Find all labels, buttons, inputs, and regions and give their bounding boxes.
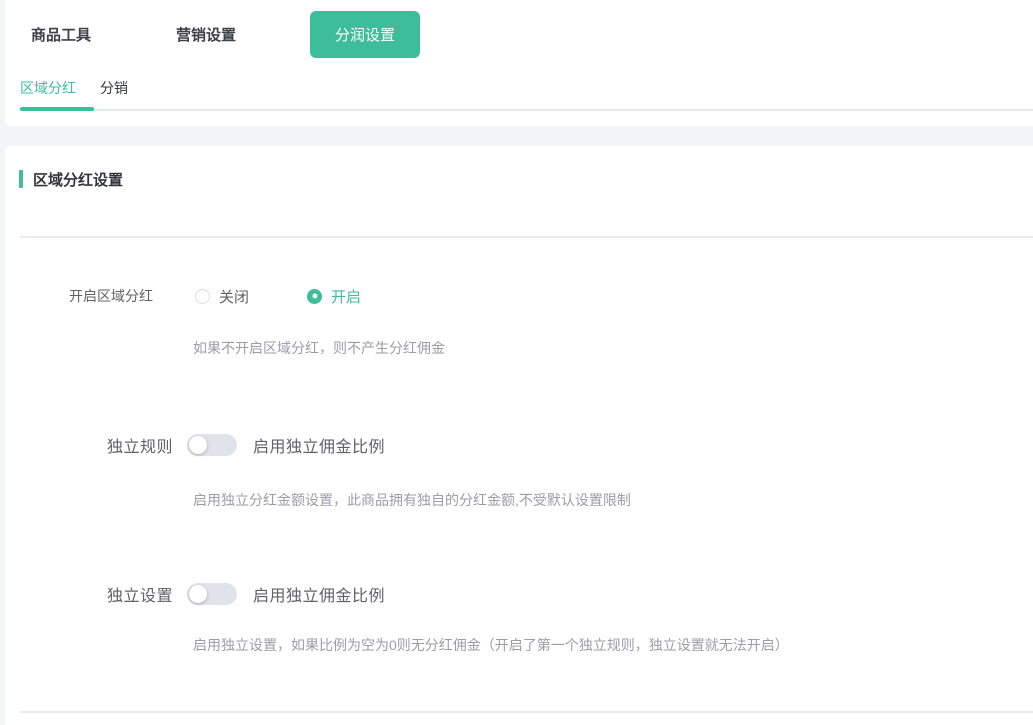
helper-independent-rule: 启用独立分红金额设置，此商品拥有独自的分红金额,不受默认设置限制 [193,492,1013,508]
radio-on-icon[interactable] [307,289,322,304]
field-label-independent-setting: 独立设置 [81,582,173,606]
divider-bottom [20,711,1033,713]
panel-title: 区域分红设置 [33,169,123,190]
subtab-track-line [20,109,1033,111]
top-tab-bar: 商品工具 营销设置 分润设置 区域分红 分销 [5,0,1033,126]
radio-on-label: 开启 [331,286,361,307]
panel-heading: 区域分红设置 [19,168,123,190]
radio-option-off[interactable]: 关闭 [195,286,249,307]
region-dividend-settings-panel: 区域分红设置 开启区域分红 关闭 开启 如果不开启区域分红，则不产生分红佣金 独… [5,146,1033,725]
primary-tabs: 商品工具 营销设置 分润设置 [5,0,1033,68]
tab-profit-settings[interactable]: 分润设置 [310,11,420,58]
radio-option-on[interactable]: 开启 [307,286,361,307]
independent-rule-toggle[interactable] [187,434,237,456]
subtab-region-dividend[interactable]: 区域分红 [20,78,76,98]
secondary-tabs: 区域分红 分销 [5,76,128,100]
radio-off-icon[interactable] [195,289,210,304]
divider-top [20,236,1033,238]
independent-rule-toggle-label: 启用独立佣金比例 [253,433,385,457]
radio-off-label: 关闭 [219,286,249,307]
form-row-independent-setting: 独立设置 启用独立佣金比例 [5,583,1033,605]
subtab-active-underline [20,107,94,111]
form-row-enable-region-dividend: 开启区域分红 关闭 开启 [5,281,1033,311]
form-row-independent-rule: 独立规则 启用独立佣金比例 [5,434,1033,456]
field-label-enable-region-dividend: 开启区域分红 [65,286,153,306]
tab-product-tools[interactable]: 商品工具 [31,24,91,45]
subtab-distribution[interactable]: 分销 [100,78,128,98]
heading-accent-bar [19,170,23,188]
helper-independent-setting: 启用独立设置，如果比例为空为0则无分红佣金（开启了第一个独立规则，独立设置就无法… [193,637,1013,653]
helper-enable-region-dividend: 如果不开启区域分红，则不产生分红佣金 [193,340,1013,356]
tab-marketing-settings[interactable]: 营销设置 [176,24,236,45]
independent-setting-toggle-label: 启用独立佣金比例 [253,582,385,606]
independent-setting-toggle[interactable] [187,583,237,605]
field-label-independent-rule: 独立规则 [81,433,173,457]
